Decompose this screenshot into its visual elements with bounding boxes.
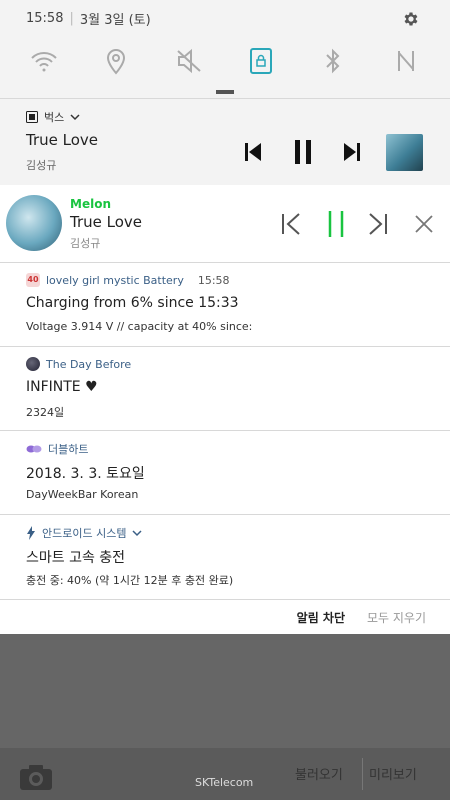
chevron-down-icon[interactable] [70,113,80,121]
battery-time: 15:58 [197,273,230,287]
melon-app-name: Melon [70,197,111,211]
melon-pause-icon[interactable] [326,209,346,239]
double-heart-app-row: 더블하트 [26,441,88,457]
melon-song-artist: 김성규 [70,237,101,250]
bugs-app-row: 벅스 [26,109,80,125]
notification-actions-bar: 알림 차단 모두 지우기 [0,599,450,634]
the-day-before-title: INFINTE ♥ [26,379,98,395]
location-icon[interactable] [100,45,132,77]
android-system-title: 스마트 고속 충전 [26,550,126,566]
bugs-song-title: True Love [26,131,99,149]
pause-icon[interactable] [293,139,313,165]
melon-song-title: True Love [70,213,143,231]
next-track-icon[interactable] [343,141,361,163]
bugs-song-artist: 김성규 [26,159,57,172]
clear-all-button[interactable]: 모두 지우기 [367,609,426,626]
android-system-app-row: 안드로이드 시스템 [26,525,142,541]
chevron-down-icon[interactable] [132,529,142,537]
status-time: 15:58 [26,10,64,26]
battery-title: Charging from 6% since 15:33 [26,295,239,311]
load-button[interactable]: 불러오기 [295,764,343,783]
double-heart-title: 2018. 3. 3. 토요일 [26,466,145,482]
melon-next-icon[interactable] [367,212,389,236]
screen-rotation-lock-icon[interactable] [245,45,277,77]
previous-track-icon[interactable] [244,141,262,163]
the-day-before-app-name: The Day Before [46,357,132,371]
battery-text: Voltage 3.914 V // capacity at 40% since… [26,320,253,333]
carrier-label: SKTelecom [195,776,254,789]
camera-icon[interactable] [18,762,54,792]
bluetooth-icon[interactable] [317,45,349,77]
the-day-before-app-row: The Day Before [26,357,131,371]
battery-app-name: lovely girl mystic Battery [46,273,184,287]
the-day-before-notification[interactable]: The Day Before INFINTE ♥ 2324일 [0,346,450,431]
bugs-player-notification[interactable]: 벅스 True Love 김성규 [0,99,450,186]
battery-notification[interactable]: 40 lovely girl mystic Battery 15:58 Char… [0,262,450,347]
bugs-app-name: 벅스 [44,111,65,124]
close-icon[interactable] [414,214,434,234]
bugs-app-icon [26,111,38,123]
the-day-before-app-icon [26,357,40,371]
drag-handle[interactable] [0,86,450,98]
battery-badge-icon: 40 [26,273,40,287]
android-system-notification[interactable]: 안드로이드 시스템 스마트 고속 충전 충전 중: 40% (약 1시간 12분… [0,514,450,600]
status-separator: | [69,10,74,26]
the-day-before-text: 2324일 [26,406,65,419]
status-bar: 15:58 | 3월 3일 (토) [0,0,450,36]
double-heart-notification[interactable]: 더블하트 2018. 3. 3. 토요일 DayWeekBar Korean [0,430,450,515]
nfc-icon[interactable] [390,45,422,77]
double-heart-app-name: 더블하트 [48,443,89,456]
bottom-separator [362,758,363,790]
double-heart-icon [26,445,42,453]
android-system-app-name: 안드로이드 시스템 [42,527,127,540]
bottom-bar: SKTelecom 불러오기 미리보기 [0,748,450,800]
sound-off-icon[interactable] [173,45,205,77]
settings-gear-icon[interactable] [402,10,420,28]
preview-button[interactable]: 미리보기 [369,764,417,783]
wifi-icon[interactable] [28,45,60,77]
melon-player-notification[interactable]: Melon True Love 김성규 [0,185,450,262]
status-date: 3월 3일 (토) [79,12,151,28]
charging-bolt-icon [27,526,35,540]
bugs-album-art[interactable] [386,134,423,171]
quick-settings-row [0,36,450,86]
melon-album-art[interactable] [6,195,62,251]
android-system-text: 충전 중: 40% (약 1시간 12분 후 충전 완료) [26,574,234,587]
battery-app-row: 40 lovely girl mystic Battery 15:58 [26,273,230,287]
block-notifications-button[interactable]: 알림 차단 [297,609,345,626]
melon-previous-icon[interactable] [280,212,302,236]
double-heart-text: DayWeekBar Korean [26,488,139,501]
